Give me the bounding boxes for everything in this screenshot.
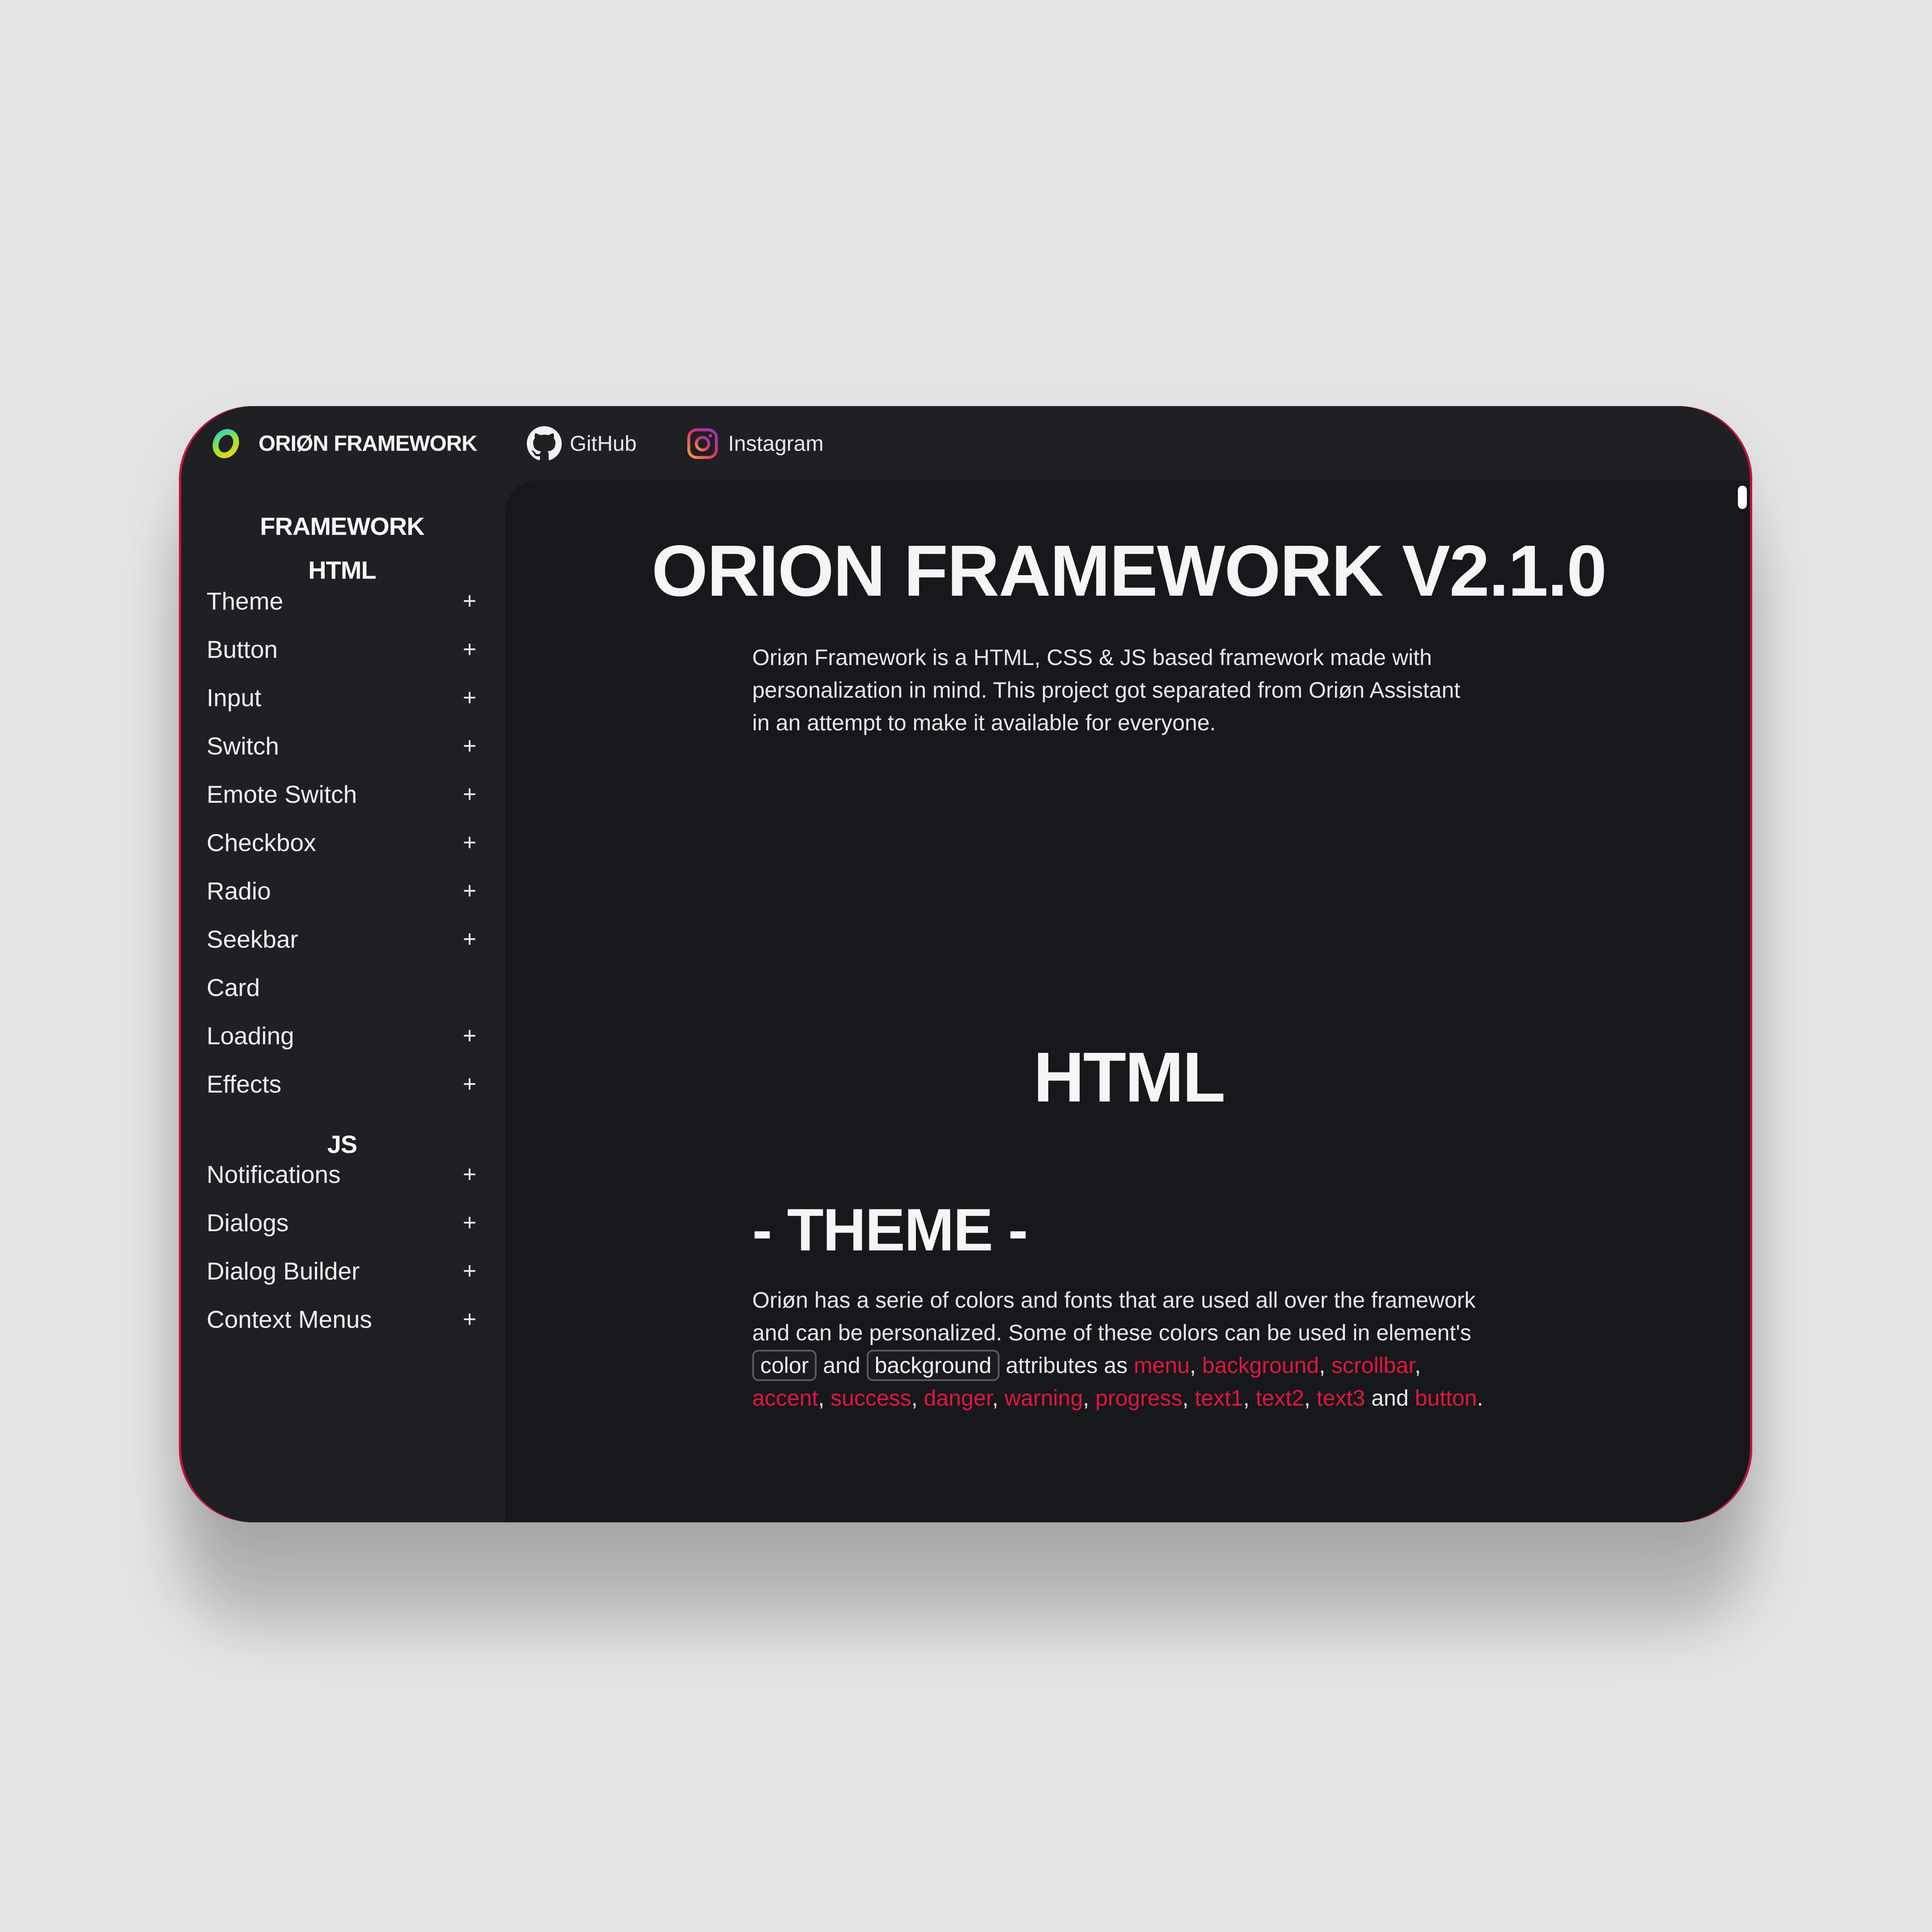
- color-link-text1[interactable]: text1: [1195, 1385, 1243, 1411]
- page-title: ORION FRAMEWORK V2.1.0: [651, 530, 1607, 611]
- scrollbar-thumb[interactable]: [1738, 486, 1747, 509]
- expand-plus-icon[interactable]: +: [460, 829, 479, 856]
- theme-text: Oriøn has a serie of colors and fonts th…: [752, 1288, 1476, 1345]
- expand-plus-icon[interactable]: +: [460, 1022, 479, 1049]
- theme-paragraph: Oriøn has a serie of colors and fonts th…: [752, 1288, 1483, 1411]
- sidebar-item-label: Switch: [207, 732, 279, 760]
- sidebar-item-label: Button: [207, 636, 278, 663]
- sidebar-item-theme[interactable]: Theme +: [207, 580, 479, 623]
- sidebar-item-label: Seekbar: [207, 925, 298, 953]
- color-link-accent[interactable]: accent: [752, 1385, 818, 1411]
- section-heading-theme: - THEME -: [752, 1197, 1028, 1263]
- sidebar-item-label: Card: [207, 974, 260, 1001]
- instagram-link[interactable]: Instagram: [685, 426, 823, 462]
- color-link-scrollbar[interactable]: scrollbar: [1331, 1353, 1415, 1378]
- sidebar-item-context-menus[interactable]: Context Menus +: [207, 1298, 479, 1341]
- sidebar-item-checkbox[interactable]: Checkbox +: [207, 821, 479, 864]
- expand-plus-icon[interactable]: +: [460, 636, 479, 663]
- sidebar-item-label: Radio: [207, 877, 271, 905]
- code-chip-color: color: [752, 1350, 817, 1381]
- orion-logo-icon: [212, 429, 239, 458]
- sidebar-item-label: Checkbox: [207, 829, 316, 856]
- sidebar-item-label: Context Menus: [207, 1305, 372, 1333]
- sidebar-item-input[interactable]: Input +: [207, 676, 479, 719]
- sidebar-item-effects[interactable]: Effects +: [207, 1063, 479, 1106]
- sidebar-item-notifications[interactable]: Notifications +: [207, 1153, 479, 1196]
- color-link-progress[interactable]: progress: [1095, 1385, 1182, 1411]
- expand-plus-icon[interactable]: +: [460, 588, 479, 614]
- expand-plus-icon[interactable]: +: [460, 1209, 479, 1236]
- color-link-danger[interactable]: danger: [924, 1385, 992, 1411]
- sidebar-item-switch[interactable]: Switch +: [207, 724, 479, 767]
- theme-text: and: [823, 1353, 860, 1378]
- expand-plus-icon[interactable]: +: [460, 1306, 479, 1333]
- sidebar-item-card[interactable]: Card: [207, 966, 479, 1009]
- github-link[interactable]: GitHub: [527, 426, 636, 462]
- instagram-link-label: Instagram: [728, 432, 824, 456]
- expand-plus-icon[interactable]: +: [460, 781, 479, 808]
- sidebar-item-radio[interactable]: Radio +: [207, 869, 479, 912]
- color-link-success[interactable]: success: [830, 1385, 911, 1411]
- theme-text: attributes as: [1005, 1353, 1128, 1378]
- sidebar-item-label: Input: [207, 684, 262, 712]
- expand-plus-icon[interactable]: +: [460, 877, 479, 904]
- github-icon: [527, 426, 562, 461]
- color-link-background[interactable]: background: [1202, 1353, 1319, 1378]
- expand-plus-icon[interactable]: +: [460, 1071, 479, 1097]
- sidebar-item-dialogs[interactable]: Dialogs +: [207, 1201, 479, 1244]
- color-link-button[interactable]: button: [1415, 1385, 1477, 1411]
- color-link-menu[interactable]: menu: [1134, 1353, 1190, 1378]
- sidebar-item-label: Dialog Builder: [207, 1257, 360, 1285]
- instagram-icon: [687, 428, 718, 459]
- sidebar-heading-framework: FRAMEWORK: [260, 512, 424, 540]
- sidebar-item-label: Notifications: [207, 1161, 341, 1188]
- theme-text: .: [1477, 1385, 1483, 1411]
- expand-plus-icon[interactable]: +: [460, 1258, 479, 1284]
- intro-paragraph: Oriøn Framework is a HTML, CSS & JS base…: [752, 645, 1461, 735]
- sidebar-item-emote-switch[interactable]: Emote Switch +: [207, 773, 479, 816]
- section-heading-html: HTML: [1033, 1038, 1226, 1117]
- main-content: ORION FRAMEWORK V2.1.0 Oriøn Framework i…: [505, 480, 1752, 1522]
- sidebar-item-dialog-builder[interactable]: Dialog Builder +: [207, 1250, 479, 1292]
- github-link-label: GitHub: [570, 432, 637, 456]
- app-window: ORIØN FRAMEWORK GitHub Instagram FRAMEWO…: [179, 406, 1752, 1522]
- sidebar-item-button[interactable]: Button +: [207, 628, 479, 671]
- sidebar-item-loading[interactable]: Loading +: [207, 1014, 479, 1057]
- sidebar-item-label: Effects: [207, 1070, 282, 1098]
- sidebar-item-seekbar[interactable]: Seekbar +: [207, 918, 479, 961]
- code-chip-background: background: [866, 1350, 1000, 1381]
- sidebar-item-label: Theme: [207, 587, 284, 615]
- sidebar: FRAMEWORK HTML Theme + Button + Input + …: [179, 480, 505, 1522]
- brand-title[interactable]: ORIØN FRAMEWORK: [258, 431, 478, 456]
- expand-plus-icon[interactable]: +: [460, 684, 479, 711]
- color-link-warning[interactable]: warning: [1004, 1385, 1083, 1411]
- theme-text: and: [1371, 1385, 1409, 1411]
- color-link-text2[interactable]: text2: [1256, 1385, 1304, 1411]
- expand-plus-icon[interactable]: +: [460, 926, 479, 953]
- color-link-text3[interactable]: text3: [1317, 1385, 1365, 1411]
- sidebar-item-label: Dialogs: [207, 1209, 289, 1237]
- expand-plus-icon[interactable]: +: [460, 1161, 479, 1188]
- sidebar-item-label: Loading: [207, 1022, 294, 1050]
- top-bar: ORIØN FRAMEWORK GitHub Instagram: [179, 406, 1752, 480]
- expand-plus-icon[interactable]: +: [460, 733, 479, 759]
- sidebar-item-label: Emote Switch: [207, 780, 357, 808]
